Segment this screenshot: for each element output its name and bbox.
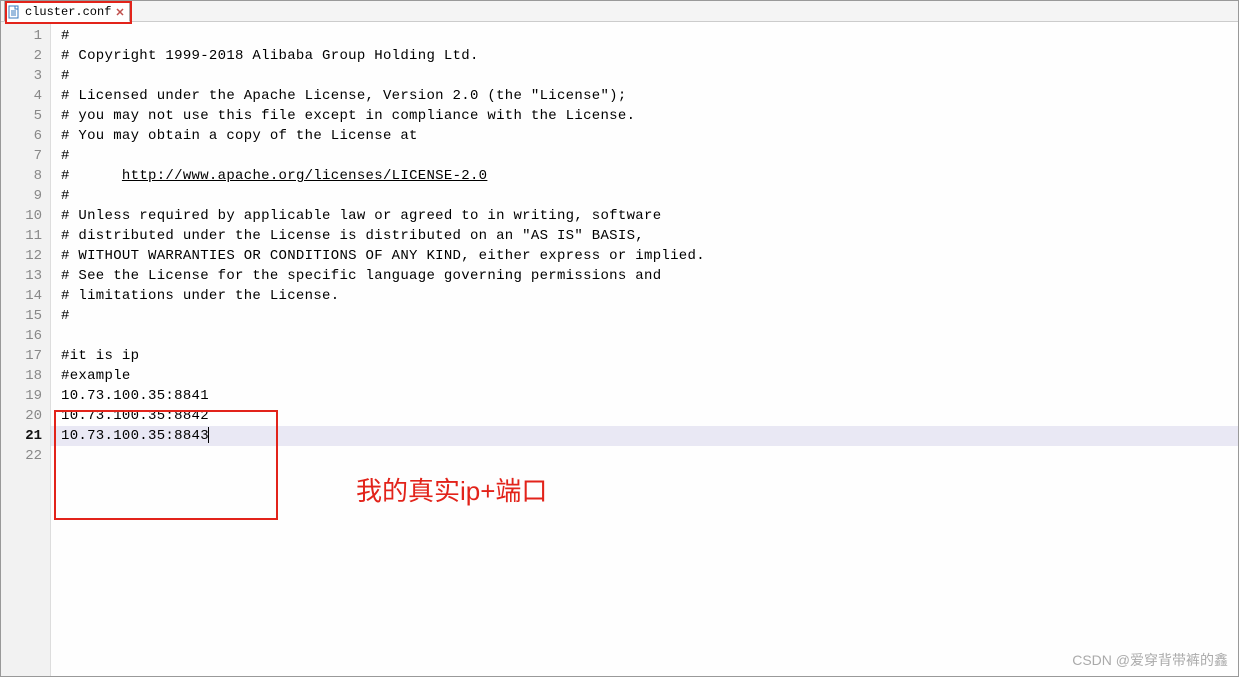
code-line[interactable]: #example <box>61 366 1238 386</box>
license-url-link[interactable]: http://www.apache.org/licenses/LICENSE-2… <box>122 168 487 184</box>
line-number: 11 <box>1 226 42 246</box>
line-number: 22 <box>1 446 42 466</box>
line-number: 2 <box>1 46 42 66</box>
line-number: 16 <box>1 326 42 346</box>
line-number: 17 <box>1 346 42 366</box>
code-line[interactable]: # <box>61 306 1238 326</box>
close-icon[interactable] <box>115 7 125 17</box>
tab-bar: cluster.conf <box>1 1 1238 22</box>
line-number: 13 <box>1 266 42 286</box>
line-number: 6 <box>1 126 42 146</box>
code-line[interactable]: # Licensed under the Apache License, Ver… <box>61 86 1238 106</box>
code-line[interactable]: # You may obtain a copy of the License a… <box>61 126 1238 146</box>
code-line[interactable]: # Unless required by applicable law or a… <box>61 206 1238 226</box>
code-line[interactable]: # distributed under the License is distr… <box>61 226 1238 246</box>
editor-window: cluster.conf 123456789101112131415161718… <box>0 0 1239 677</box>
code-line[interactable]: 10.73.100.35:8843 <box>51 426 1238 446</box>
file-tab[interactable]: cluster.conf <box>4 1 130 22</box>
file-icon <box>7 5 21 19</box>
code-line[interactable] <box>61 326 1238 346</box>
line-number: 10 <box>1 206 42 226</box>
code-line[interactable]: # <box>61 186 1238 206</box>
line-number: 14 <box>1 286 42 306</box>
text-caret <box>208 427 209 443</box>
line-number: 4 <box>1 86 42 106</box>
code-line[interactable]: # <box>61 26 1238 46</box>
code-line[interactable]: 10.73.100.35:8841 <box>61 386 1238 406</box>
line-number: 5 <box>1 106 42 126</box>
line-number: 19 <box>1 386 42 406</box>
line-number: 7 <box>1 146 42 166</box>
code-line[interactable]: # Copyright 1999-2018 Alibaba Group Hold… <box>61 46 1238 66</box>
line-number: 18 <box>1 366 42 386</box>
line-number: 15 <box>1 306 42 326</box>
line-number: 1 <box>1 26 42 46</box>
line-number: 3 <box>1 66 42 86</box>
code-line[interactable]: # http://www.apache.org/licenses/LICENSE… <box>61 166 1238 186</box>
code-line[interactable]: # See the License for the specific langu… <box>61 266 1238 286</box>
code-line[interactable]: #it is ip <box>61 346 1238 366</box>
code-line[interactable]: 10.73.100.35:8842 <box>61 406 1238 426</box>
line-number: 21 <box>1 426 42 446</box>
line-number: 12 <box>1 246 42 266</box>
line-number-gutter: 12345678910111213141516171819202122 <box>1 22 51 676</box>
line-number: 8 <box>1 166 42 186</box>
code-line[interactable]: # you may not use this file except in co… <box>61 106 1238 126</box>
code-area[interactable]: ## Copyright 1999-2018 Alibaba Group Hol… <box>51 22 1238 676</box>
editor-body: 12345678910111213141516171819202122 ## C… <box>1 22 1238 676</box>
code-line[interactable]: # limitations under the License. <box>61 286 1238 306</box>
line-number: 9 <box>1 186 42 206</box>
tab-filename: cluster.conf <box>25 3 111 21</box>
code-line[interactable] <box>61 446 1238 466</box>
code-line[interactable]: # WITHOUT WARRANTIES OR CONDITIONS OF AN… <box>61 246 1238 266</box>
code-line[interactable]: # <box>61 146 1238 166</box>
code-line[interactable]: # <box>61 66 1238 86</box>
line-number: 20 <box>1 406 42 426</box>
